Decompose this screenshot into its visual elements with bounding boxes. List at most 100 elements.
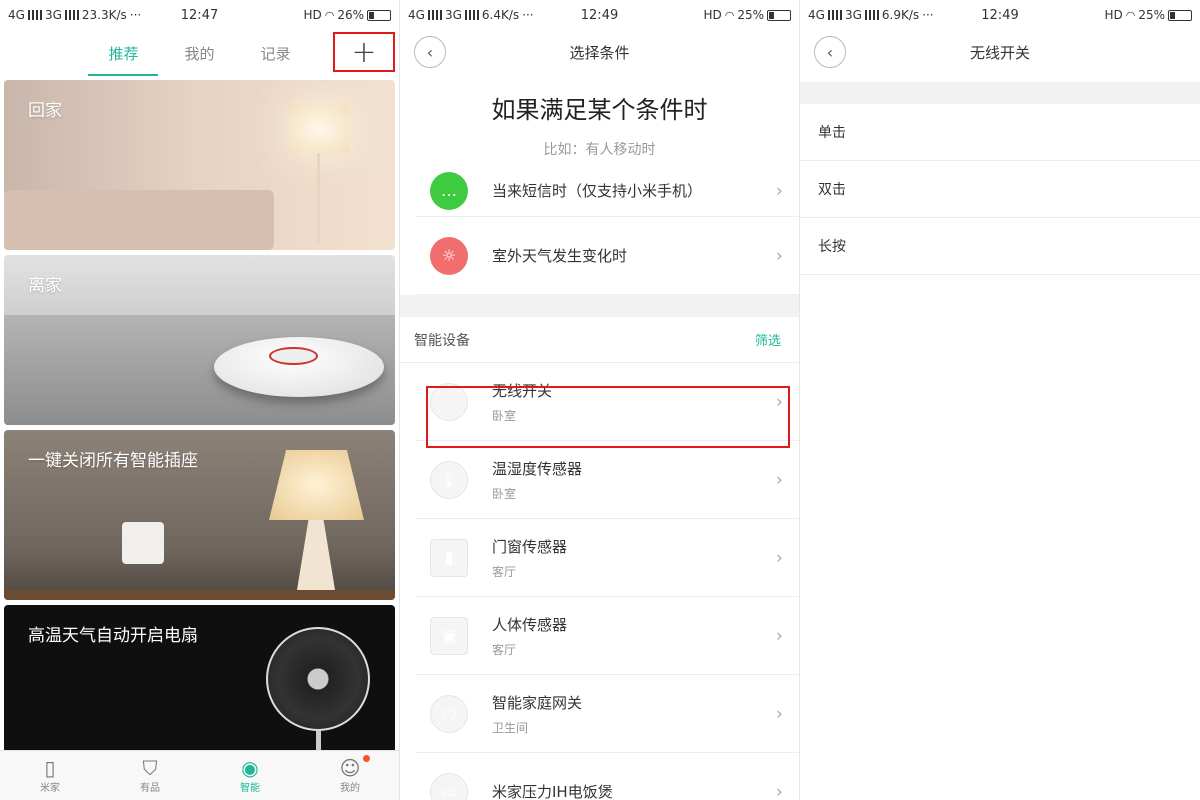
option-double-click[interactable]: 双击 [800, 161, 1200, 218]
message-icon: … [430, 171, 468, 210]
sofa-image [4, 190, 274, 250]
chevron-left-icon: ‹ [426, 42, 434, 62]
device-room: 卧室 [492, 486, 517, 501]
more-icon: ··· [129, 8, 142, 22]
device-row[interactable]: ▣ 人体传感器 客厅 › [416, 597, 799, 675]
scene-card-leave[interactable]: 离家 [4, 255, 395, 425]
network-speed: 6.4K/s [481, 8, 520, 22]
scene-card-home[interactable]: 回家 [4, 80, 395, 250]
nav-label: 米家 [40, 783, 60, 794]
hd-label: HD [703, 8, 722, 22]
nav-youpin[interactable]: ⛉ 有品 [100, 751, 200, 800]
device-name: 米家压力IH电饭煲 [492, 783, 613, 800]
battery-percent: 26% [337, 8, 364, 22]
network-speed: 23.3K/s [81, 8, 127, 22]
status-bar: 4G 3G 6.9K/s ··· 12:49 HD ◠ 25% [800, 0, 1200, 30]
page-title: 无线开关 [969, 43, 1030, 62]
device-name: 智能家庭网关 [492, 693, 583, 712]
nav-label: 智能 [240, 783, 260, 794]
hd-label: HD [303, 8, 322, 22]
back-button[interactable]: ‹ [414, 36, 446, 68]
chevron-right-icon: › [775, 180, 783, 201]
signal-1-label: 4G [408, 8, 425, 22]
nav-smart[interactable]: ◉ 智能 [200, 751, 300, 800]
filter-button[interactable]: 筛选 [755, 330, 781, 349]
battery-icon [367, 9, 391, 21]
thermometer-icon: 🌡 [430, 460, 468, 499]
shelf [4, 590, 395, 600]
signal-bars-icon [27, 10, 42, 20]
scene-card-title: 高温天气自动开启电扇 [28, 626, 198, 646]
device-room: 客厅 [492, 564, 517, 579]
device-row[interactable]: ▭ 米家压力IH电饭煲 › [416, 753, 799, 800]
section-header: 智能设备 筛选 [400, 317, 799, 363]
device-name: 门窗传感器 [492, 537, 568, 556]
chevron-left-icon: ‹ [826, 42, 834, 62]
chevron-right-icon: › [775, 469, 783, 490]
back-button[interactable]: ‹ [814, 36, 846, 68]
more-icon: ··· [522, 8, 534, 22]
condition-example: 比如：有人移动时 [543, 142, 656, 158]
tab-recommend[interactable]: 推荐 [88, 33, 159, 76]
device-row[interactable]: 🌡 温湿度传感器卧室 › [416, 441, 799, 519]
clock: 12:49 [981, 7, 1019, 23]
condition-weather[interactable]: ☼ 室外天气发生变化时 › [416, 217, 799, 295]
nav-label: 我的 [340, 783, 360, 794]
chevron-right-icon: › [775, 703, 783, 724]
nav-mijia[interactable]: ▯ 米家 [0, 751, 100, 800]
add-scene-button[interactable]: + [333, 32, 395, 72]
door-sensor-icon: ▮ [430, 538, 468, 577]
tab-records[interactable]: 记录 [261, 33, 291, 74]
nav-profile[interactable]: ☺ 我的 [300, 751, 399, 800]
signal-bars-icon [864, 10, 879, 20]
option-long-press[interactable]: 长按 [800, 218, 1200, 275]
option-single-click[interactable]: 单击 [800, 104, 1200, 161]
weather-icon: ☼ [430, 236, 468, 275]
gateway-icon: ○ [430, 694, 468, 733]
fan-image [266, 627, 370, 731]
device-name: 温湿度传感器 [492, 459, 583, 478]
condition-sms[interactable]: … 当来短信时（仅支持小米手机） › [416, 165, 799, 217]
shopping-bag-icon: ⛉ [142, 756, 158, 780]
signal-bars-icon [427, 10, 442, 20]
tab-mine[interactable]: 我的 [184, 33, 214, 74]
bottom-nav: ▯ 米家 ⛉ 有品 ◉ 智能 ☺ 我的 [0, 750, 399, 800]
switch-panel: 4G 3G 6.9K/s ··· 12:49 HD ◠ 25% ‹ 无线开关 单… [800, 0, 1200, 800]
rice-cooker-icon: ▭ [430, 772, 468, 800]
section-divider [400, 295, 799, 317]
clock: 12:47 [180, 7, 219, 23]
condition-label: 当来短信时（仅支持小米手机） [492, 182, 703, 200]
device-name: 人体传感器 [492, 615, 568, 634]
device-row[interactable]: ◦ 无线开关 卧室 › [416, 363, 799, 441]
device-row[interactable]: ○ 智能家庭网关 卫生间 › [416, 675, 799, 753]
wireless-switch-icon: ◦ [430, 382, 468, 421]
table-lamp-image [269, 450, 364, 520]
wifi-icon: ◠ [324, 8, 335, 22]
home-panel: 4G 3G 23.3K/s ··· 12:47 HD ◠ 26% 推荐 我的 记… [0, 0, 400, 800]
condition-panel: 4G 3G 6.4K/s ··· 12:49 HD ◠ 25% ‹ 选择条件 如… [400, 0, 800, 800]
clock: 12:49 [580, 7, 619, 23]
scene-card-title: 回家 [28, 101, 62, 121]
scene-card-plugs-off[interactable]: 一键关闭所有智能插座 [4, 430, 395, 600]
lamp-pole [317, 153, 320, 243]
battery-percent: 25% [737, 8, 764, 22]
plus-icon: + [351, 34, 377, 70]
lamp-base [297, 520, 335, 590]
status-bar: 4G 3G 6.4K/s ··· 12:49 HD ◠ 25% [400, 0, 799, 30]
signal-bars-icon [464, 10, 479, 20]
chevron-right-icon: › [775, 625, 783, 646]
smart-camera-icon: ◉ [241, 756, 259, 780]
battery-icon [1168, 9, 1192, 21]
notification-dot [363, 755, 370, 762]
header: ‹ 选择条件 [400, 30, 799, 74]
device-row[interactable]: ▮ 门窗传感器客厅 › [416, 519, 799, 597]
motion-sensor-icon: ▣ [430, 616, 468, 655]
robot-vacuum-image [214, 337, 384, 397]
condition-label: 室外天气发生变化时 [492, 247, 628, 265]
signal-bars-icon [64, 10, 79, 20]
signal-2-label: 3G [444, 8, 462, 22]
section-divider [800, 82, 1200, 104]
section-title: 智能设备 [414, 332, 470, 349]
chevron-right-icon: › [775, 547, 783, 568]
hd-label: HD [1104, 8, 1123, 22]
